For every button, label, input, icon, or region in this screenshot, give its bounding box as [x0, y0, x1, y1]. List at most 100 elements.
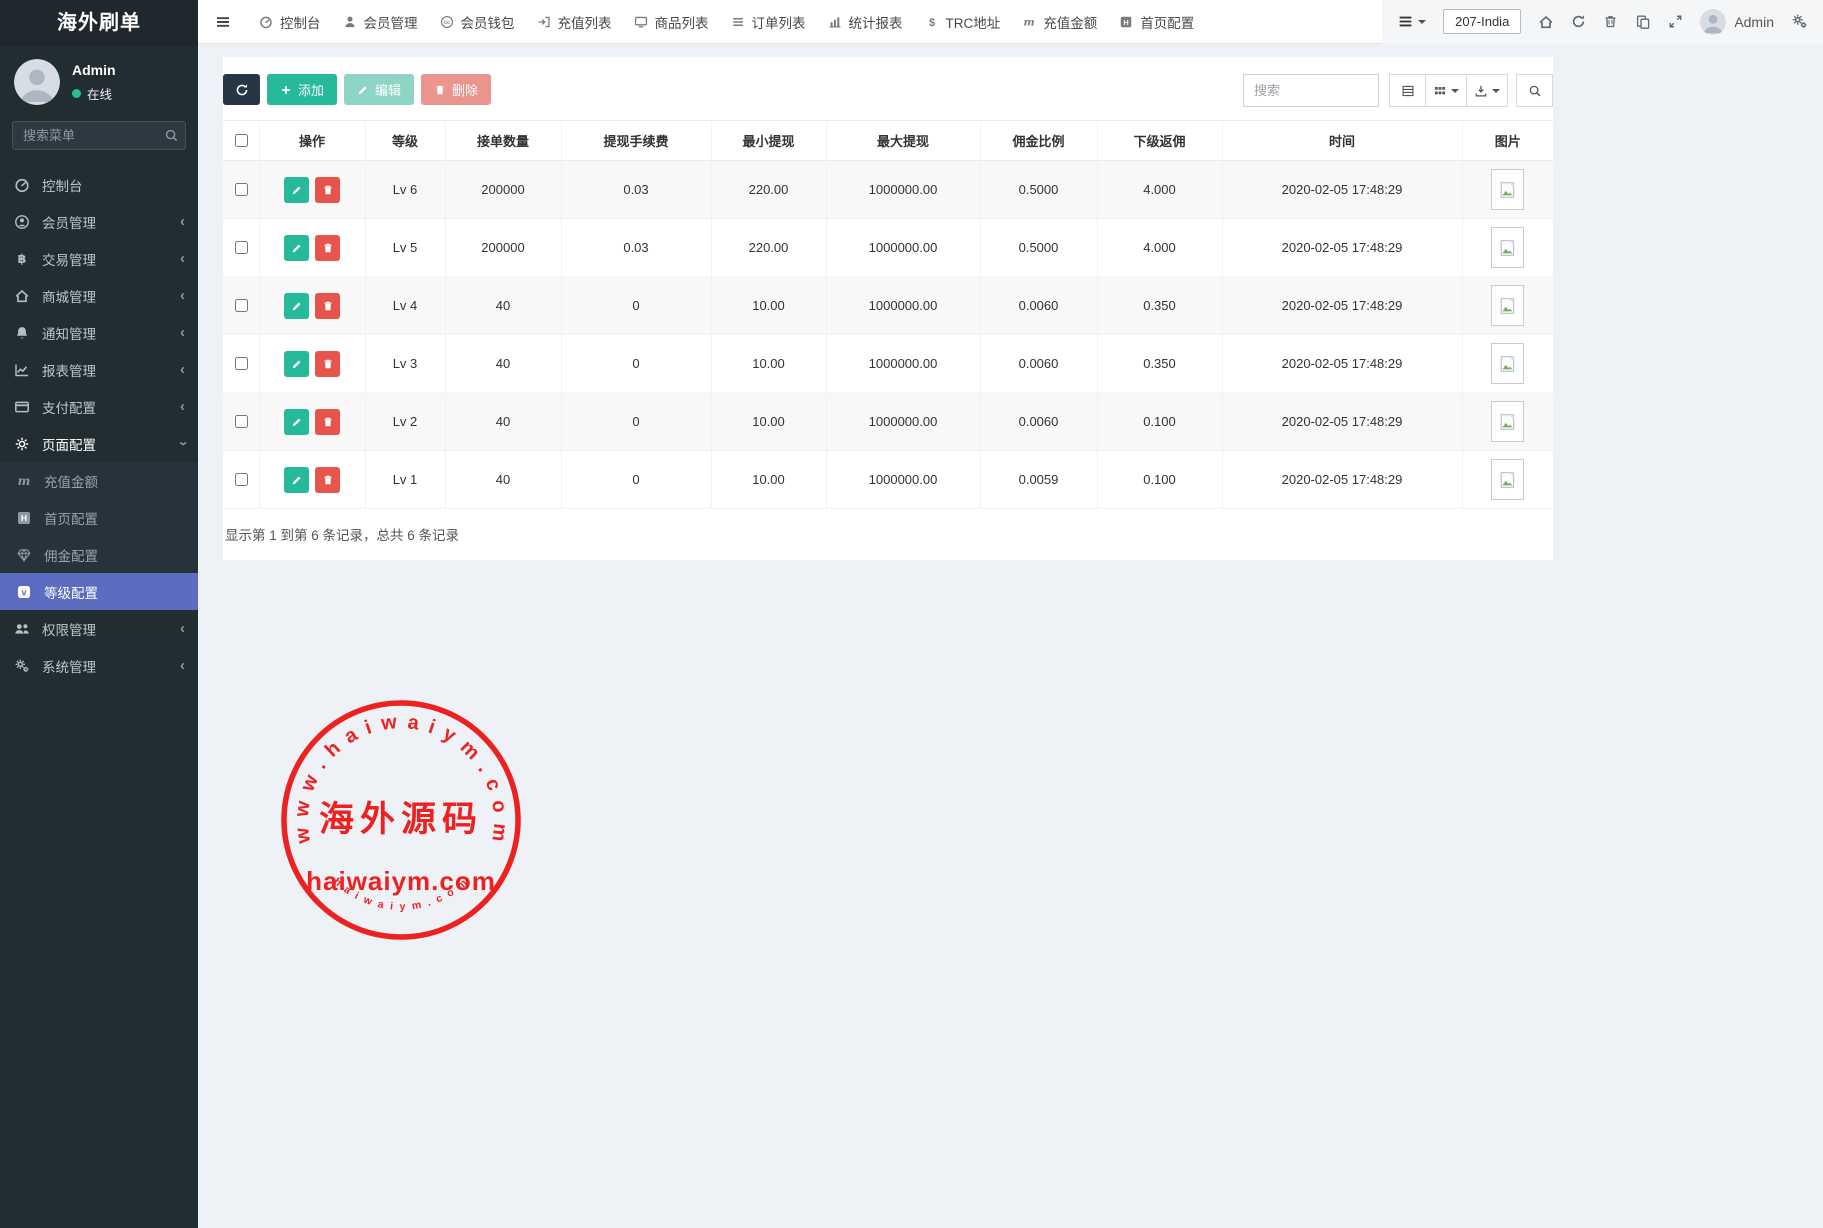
- column-header-min-withdraw: 最小提现: [711, 121, 826, 161]
- column-header-fee: 提现手续费: [561, 121, 711, 161]
- m-icon: [15, 473, 33, 489]
- bell-icon: [13, 325, 31, 341]
- sidebar-item-members[interactable]: 会员管理 ‹: [0, 203, 198, 240]
- table-row: Lv 6 200000 0.03 220.00 1000000.00 0.500…: [223, 161, 1553, 219]
- table-search-input[interactable]: [1243, 74, 1379, 107]
- sidebar-subitem-homepage-config[interactable]: 首页配置: [0, 499, 198, 536]
- row-delete-button[interactable]: [315, 293, 340, 319]
- hamburger-menu-icon[interactable]: [198, 14, 248, 30]
- topnav-recharge-amount[interactable]: 充值金额: [1011, 0, 1108, 43]
- row-checkbox[interactable]: [235, 473, 248, 486]
- topnav-product-list[interactable]: 商品列表: [623, 0, 720, 43]
- detail-view-button[interactable]: [1389, 74, 1426, 107]
- column-header-rebate: 下级返佣: [1097, 121, 1222, 161]
- cogs-icon: [13, 658, 31, 674]
- row-image-thumbnail[interactable]: [1491, 227, 1524, 268]
- app-logo: 海外刷单: [0, 0, 198, 46]
- monitor-icon: [634, 15, 648, 29]
- sidebar-search: [12, 121, 186, 150]
- region-selector[interactable]: 207-India: [1443, 9, 1521, 34]
- row-delete-button[interactable]: [315, 177, 340, 203]
- sidebar-subitem-commission-config[interactable]: 佣金配置: [0, 536, 198, 573]
- caret-down-icon: [1418, 20, 1426, 24]
- user-circle-icon: [13, 214, 31, 230]
- delete-button[interactable]: 删除: [421, 74, 491, 105]
- topnav-dashboard[interactable]: 控制台: [248, 0, 332, 43]
- row-delete-button[interactable]: [315, 235, 340, 261]
- sidebar-subitem-recharge-amount[interactable]: 充值金额: [0, 462, 198, 499]
- row-edit-button[interactable]: [284, 235, 309, 261]
- admin-user-menu[interactable]: Admin: [1700, 9, 1774, 35]
- row-checkbox[interactable]: [235, 415, 248, 428]
- sidebar-item-notifications[interactable]: 通知管理 ‹: [0, 314, 198, 351]
- row-delete-button[interactable]: [315, 409, 340, 435]
- topnav-member-wallet[interactable]: 会员钱包: [429, 0, 526, 43]
- row-image-thumbnail[interactable]: [1491, 169, 1524, 210]
- edit-button[interactable]: 编辑: [344, 74, 414, 105]
- topnav-trc-address[interactable]: TRC地址: [914, 0, 1012, 43]
- fullscreen-icon[interactable]: [1668, 14, 1683, 29]
- table-view-buttons: [1389, 74, 1508, 107]
- topnav-order-list[interactable]: 订单列表: [720, 0, 817, 43]
- row-edit-button[interactable]: [284, 177, 309, 203]
- search-icon[interactable]: [164, 128, 179, 143]
- sidebar-item-system[interactable]: 系统管理 ‹: [0, 647, 198, 684]
- sidebar-item-reports[interactable]: 报表管理 ‹: [0, 351, 198, 388]
- bar-chart-icon: [828, 15, 842, 29]
- topnav-members[interactable]: 会员管理: [332, 0, 429, 43]
- row-checkbox[interactable]: [235, 241, 248, 254]
- add-button[interactable]: 添加: [267, 74, 337, 105]
- columns-dropdown-button[interactable]: [1426, 74, 1467, 107]
- table-row: Lv 2 40 0 10.00 1000000.00 0.0060 0.100 …: [223, 393, 1553, 451]
- topnav-recharge-list[interactable]: 充值列表: [526, 0, 623, 43]
- row-checkbox[interactable]: [235, 357, 248, 370]
- topnav-statistics[interactable]: 统计报表: [817, 0, 914, 43]
- export-dropdown-button[interactable]: [1467, 74, 1508, 107]
- select-all-checkbox[interactable]: [235, 134, 248, 147]
- row-image-thumbnail[interactable]: [1491, 401, 1524, 442]
- sidebar-search-input[interactable]: [12, 121, 186, 150]
- sidebar-item-dashboard[interactable]: 控制台: [0, 166, 198, 203]
- sidebar-item-page-config[interactable]: 页面配置 ‹: [0, 425, 198, 462]
- sidebar-item-permissions[interactable]: 权限管理 ‹: [0, 610, 198, 647]
- search-button[interactable]: [1516, 74, 1553, 107]
- clipboard-icon[interactable]: [1635, 14, 1651, 30]
- sidebar-item-mall[interactable]: 商城管理 ‹: [0, 277, 198, 314]
- home-icon[interactable]: [1538, 14, 1554, 30]
- sidebar-item-payment-config[interactable]: 支付配置 ‹: [0, 388, 198, 425]
- row-image-thumbnail[interactable]: [1491, 343, 1524, 384]
- home-icon: [13, 288, 31, 304]
- top-nav-items: 控制台 会员管理 会员钱包 充值列表 商品列表 订单列表 统计报表 TRC地址 …: [248, 0, 1205, 43]
- row-edit-button[interactable]: [284, 351, 309, 377]
- avatar: [14, 59, 60, 105]
- row-image-thumbnail[interactable]: [1491, 285, 1524, 326]
- row-delete-button[interactable]: [315, 351, 340, 377]
- column-header-orders: 接单数量: [445, 121, 561, 161]
- nav-list-dropdown[interactable]: [1397, 13, 1426, 30]
- row-checkbox[interactable]: [235, 183, 248, 196]
- topnav-homepage-config[interactable]: 首页配置: [1108, 0, 1205, 43]
- chevron-left-icon: ‹: [180, 325, 185, 340]
- column-header-image: 图片: [1462, 121, 1553, 161]
- row-checkbox[interactable]: [235, 299, 248, 312]
- refresh-icon[interactable]: [1571, 14, 1586, 29]
- cogs-icon[interactable]: [1791, 13, 1808, 30]
- stamp-center-url-text: haiwaiym.com: [306, 866, 496, 896]
- row-edit-button[interactable]: [284, 293, 309, 319]
- refresh-button[interactable]: [223, 74, 260, 105]
- trash-icon[interactable]: [1603, 14, 1618, 29]
- level-config-table: 操作 等级 接单数量 提现手续费 最小提现 最大提现 佣金比例 下级返佣 时间 …: [223, 120, 1553, 509]
- row-delete-button[interactable]: [315, 467, 340, 493]
- row-image-thumbnail[interactable]: [1491, 459, 1524, 500]
- column-header-level: 等级: [365, 121, 445, 161]
- row-edit-button[interactable]: [284, 467, 309, 493]
- sidebar-subitem-level-config[interactable]: 等级配置: [0, 573, 198, 610]
- online-dot-icon: [72, 89, 81, 98]
- user-status: 在线: [72, 84, 116, 103]
- sidebar-item-transactions[interactable]: 交易管理 ‹: [0, 240, 198, 277]
- sign-in-icon: [537, 15, 551, 29]
- list-icon: [731, 15, 745, 29]
- row-edit-button[interactable]: [284, 409, 309, 435]
- gem-icon: [15, 547, 33, 563]
- stamp-arc-top-text: w w w . h a i w a i y m . c o m: [291, 711, 512, 846]
